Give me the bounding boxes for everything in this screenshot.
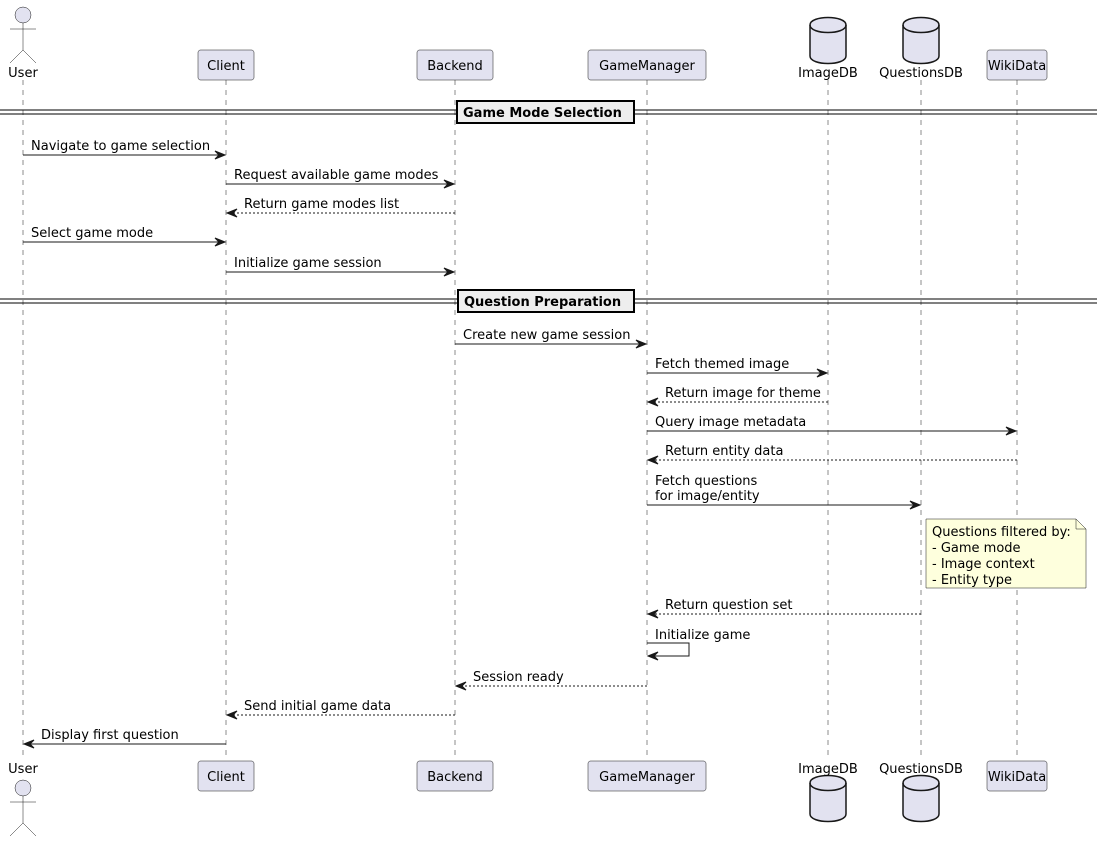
participant-label: QuestionsDB — [879, 762, 963, 777]
participant-qdb-top: QuestionsDB — [879, 16, 963, 81]
message-label: Select game mode — [31, 226, 153, 241]
section-divider: Game Mode Selection — [0, 100, 1097, 124]
message-label: Navigate to game selection — [31, 139, 210, 154]
participant-gm-bottom: GameManager — [587, 760, 707, 792]
participant-wiki-top: WikiData — [986, 49, 1048, 81]
participant-imagedb-top: ImageDB — [798, 16, 858, 81]
message-arrow: Return image for theme — [646, 386, 828, 407]
message-label: Fetch themed image — [655, 357, 789, 372]
message-label: Return game modes list — [244, 197, 399, 212]
note-line: - Game mode — [932, 541, 1021, 556]
section-divider: Question Preparation — [0, 289, 1097, 313]
message-label: Fetch questions — [655, 474, 758, 489]
message-label: Return image for theme — [665, 386, 821, 401]
message-label: Send initial game data — [244, 699, 391, 714]
participant-client-bottom: Client — [197, 760, 255, 792]
message-arrow: Request available game modes — [226, 168, 456, 189]
message-arrow: Send initial game data — [225, 699, 455, 720]
message-label: Initialize game — [655, 628, 750, 643]
note-line: - Entity type — [932, 573, 1012, 588]
actor-head-icon — [14, 779, 32, 797]
participant-user-bottom: User — [8, 762, 38, 837]
message-arrow: Navigate to game selection — [23, 139, 227, 160]
participant-label: User — [8, 762, 38, 777]
participant-label: User — [8, 66, 38, 81]
arrowhead-icon — [225, 710, 238, 720]
sequence-diagram: User User Client Client Backend Backend GameMa… — [0, 6, 1097, 837]
message-arrow: Initialize game — [646, 628, 750, 661]
message-arrow: Return entity data — [646, 444, 1017, 465]
divider-label: Question Preparation — [464, 295, 621, 310]
message-arrow: Fetch questionsfor image/entity — [647, 474, 922, 510]
participant-label: Client — [207, 59, 245, 74]
message-label: Query image metadata — [655, 415, 806, 430]
note-line: - Image context — [932, 557, 1035, 572]
participant-backend-top: Backend — [416, 49, 494, 81]
database-icon — [902, 16, 940, 65]
database-icon — [809, 16, 847, 65]
message-arrow: Return question set — [646, 598, 921, 619]
message-label: Session ready — [473, 670, 564, 685]
message-arrow: Create new game session — [455, 328, 648, 349]
arrowhead-icon — [225, 208, 238, 218]
message-label: for image/entity — [655, 489, 760, 504]
message-arrow: Display first question — [22, 728, 226, 749]
message-label: Request available game modes — [234, 168, 439, 183]
message-arrow: Initialize game session — [226, 256, 456, 277]
participant-label: ImageDB — [798, 66, 858, 81]
message-label: Initialize game session — [234, 256, 382, 271]
participant-gm-top: GameManager — [587, 49, 707, 81]
participant-user-top: User — [8, 6, 38, 81]
participant-label: ImageDB — [798, 762, 858, 777]
message-label: Create new game session — [463, 328, 630, 343]
message-arrow: Fetch themed image — [647, 357, 829, 378]
message-arrow: Return game modes list — [225, 197, 455, 218]
participant-label: QuestionsDB — [879, 66, 963, 81]
arrowhead-icon — [454, 681, 467, 691]
participant-client-top: Client — [197, 49, 255, 81]
participant-label: GameManager — [599, 59, 695, 74]
participant-imagedb-bottom: ImageDB — [798, 762, 858, 823]
message-arrow: Query image metadata — [647, 415, 1018, 436]
database-icon — [809, 774, 847, 823]
actor-head-icon — [14, 6, 32, 24]
participant-label: Client — [207, 770, 245, 785]
arrowhead-icon — [646, 397, 659, 407]
divider-label: Game Mode Selection — [463, 106, 622, 121]
message-label: Return entity data — [665, 444, 783, 459]
message-label: Display first question — [41, 728, 179, 743]
note: Questions filtered by:- Game mode- Image… — [925, 518, 1087, 589]
participant-qdb-bottom: QuestionsDB — [879, 762, 963, 823]
participant-wiki-bottom: WikiData — [986, 760, 1048, 792]
message-label: Return question set — [665, 598, 792, 613]
note-line: Questions filtered by: — [932, 525, 1071, 540]
message-arrow: Select game mode — [23, 226, 227, 247]
message-arrow: Session ready — [454, 670, 647, 691]
participant-label: WikiData — [988, 59, 1046, 74]
database-icon — [902, 774, 940, 823]
participant-label: Backend — [427, 770, 483, 785]
participant-backend-bottom: Backend — [416, 760, 494, 792]
participant-label: Backend — [427, 59, 483, 74]
participant-label: WikiData — [988, 770, 1046, 785]
participant-label: GameManager — [599, 770, 695, 785]
